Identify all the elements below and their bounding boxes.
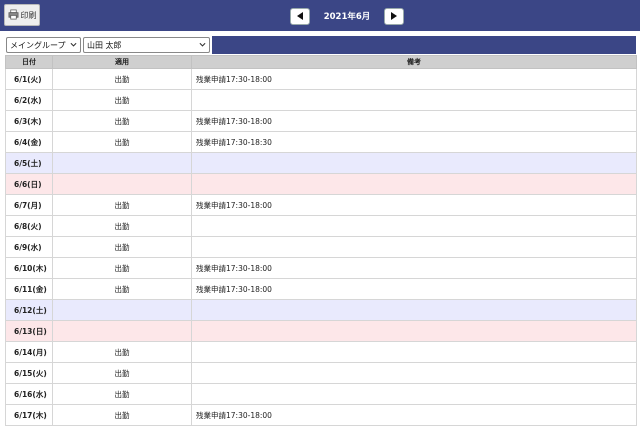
table-row[interactable]: 6/9(水) 出勤 <box>5 236 637 258</box>
date-cell: 6/11(金) <box>5 278 53 300</box>
print-button[interactable]: 印刷 <box>4 4 40 26</box>
table-row[interactable]: 6/3(木) 出勤 残業申請17:30-18:00 <box>5 110 637 132</box>
date-cell: 6/6(日) <box>5 173 53 195</box>
table-row[interactable]: 6/8(火) 出勤 <box>5 215 637 237</box>
application-cell <box>52 173 192 195</box>
date-cell: 6/15(火) <box>5 362 53 384</box>
application-cell: 出勤 <box>52 215 192 237</box>
top-toolbar: 印刷 2021年6月 <box>0 0 640 31</box>
date-cell: 6/4(金) <box>5 131 53 153</box>
table-row[interactable]: 6/16(水) 出勤 <box>5 383 637 405</box>
table-row[interactable]: 6/5(土) <box>5 152 637 174</box>
remarks-cell: 残業申請17:30-18:00 <box>191 257 637 279</box>
date-cell: 6/13(日) <box>5 320 53 342</box>
column-header-application: 適用 <box>52 55 192 69</box>
print-label: 印刷 <box>20 10 37 20</box>
remarks-cell <box>191 299 637 321</box>
date-cell: 6/10(木) <box>5 257 53 279</box>
application-cell: 出勤 <box>52 236 192 258</box>
table-row[interactable]: 6/10(木) 出勤 残業申請17:30-18:00 <box>5 257 637 279</box>
application-cell <box>52 152 192 174</box>
column-header-remarks: 備考 <box>191 55 637 69</box>
remarks-cell <box>191 89 637 111</box>
table-row[interactable]: 6/4(金) 出勤 残業申請17:30-18:30 <box>5 131 637 153</box>
remarks-cell: 残業申請17:30-18:00 <box>191 68 637 90</box>
table-row[interactable]: 6/6(日) <box>5 173 637 195</box>
table-row[interactable]: 6/14(月) 出勤 <box>5 341 637 363</box>
application-cell: 出勤 <box>52 341 192 363</box>
date-cell: 6/1(火) <box>5 68 53 90</box>
table-row[interactable]: 6/1(火) 出勤 残業申請17:30-18:00 <box>5 68 637 90</box>
chevron-down-icon <box>70 42 77 47</box>
month-navigator: 2021年6月 <box>290 7 404 25</box>
remarks-cell: 残業申請17:30-18:00 <box>191 278 637 300</box>
date-cell: 6/9(水) <box>5 236 53 258</box>
application-cell: 出勤 <box>52 131 192 153</box>
next-month-button[interactable] <box>384 7 404 25</box>
remarks-cell: 残業申請17:30-18:30 <box>191 131 637 153</box>
remarks-cell: 残業申請17:30-18:00 <box>191 110 637 132</box>
application-cell: 出勤 <box>52 278 192 300</box>
triangle-right-icon <box>391 12 397 20</box>
column-header-date: 日付 <box>5 55 53 69</box>
remarks-cell: 残業申請17:30-18:00 <box>191 404 637 426</box>
application-cell: 出勤 <box>52 68 192 90</box>
table-row[interactable]: 6/12(土) <box>5 299 637 321</box>
date-cell: 6/17(木) <box>5 404 53 426</box>
application-cell <box>52 320 192 342</box>
application-cell: 出勤 <box>52 194 192 216</box>
date-cell: 6/12(土) <box>5 299 53 321</box>
application-cell: 出勤 <box>52 257 192 279</box>
application-cell: 出勤 <box>52 89 192 111</box>
date-cell: 6/5(土) <box>5 152 53 174</box>
date-cell: 6/8(火) <box>5 215 53 237</box>
prev-month-button[interactable] <box>290 7 310 25</box>
current-month: 2021年6月 <box>323 12 371 22</box>
date-cell: 6/7(月) <box>5 194 53 216</box>
remarks-cell <box>191 152 637 174</box>
filter-bar-accent <box>212 36 636 54</box>
table-row[interactable]: 6/7(月) 出勤 残業申請17:30-18:00 <box>5 194 637 216</box>
application-cell: 出勤 <box>52 404 192 426</box>
group-select[interactable]: メイングループ <box>6 37 81 53</box>
chevron-down-icon <box>199 42 206 47</box>
remarks-cell <box>191 341 637 363</box>
group-select-value: メイングループ <box>10 40 66 50</box>
remarks-cell <box>191 383 637 405</box>
application-cell: 出勤 <box>52 362 192 384</box>
remarks-cell <box>191 173 637 195</box>
remarks-cell: 残業申請17:30-18:00 <box>191 194 637 216</box>
table-row[interactable]: 6/15(火) 出勤 <box>5 362 637 384</box>
date-cell: 6/3(木) <box>5 110 53 132</box>
printer-icon <box>8 9 19 22</box>
user-select-value: 山田 太郎 <box>87 40 122 50</box>
table-row[interactable]: 6/17(木) 出勤 残業申請17:30-18:00 <box>5 404 637 426</box>
attendance-table: 日付 適用 備考 6/1(火) 出勤 残業申請17:30-18:00 6/2(水) 出勤… <box>5 55 637 426</box>
table-row[interactable]: 6/13(日) <box>5 320 637 342</box>
remarks-cell <box>191 215 637 237</box>
remarks-cell <box>191 362 637 384</box>
triangle-left-icon <box>297 12 303 20</box>
date-cell: 6/16(水) <box>5 383 53 405</box>
application-cell: 出勤 <box>52 110 192 132</box>
user-select[interactable]: 山田 太郎 <box>83 37 210 53</box>
table-header-row: 日付 適用 備考 <box>5 55 637 69</box>
remarks-cell <box>191 236 637 258</box>
application-cell <box>52 299 192 321</box>
table-row[interactable]: 6/11(金) 出勤 残業申請17:30-18:00 <box>5 278 637 300</box>
application-cell: 出勤 <box>52 383 192 405</box>
date-cell: 6/14(月) <box>5 341 53 363</box>
remarks-cell <box>191 320 637 342</box>
date-cell: 6/2(水) <box>5 89 53 111</box>
table-row[interactable]: 6/2(水) 出勤 <box>5 89 637 111</box>
